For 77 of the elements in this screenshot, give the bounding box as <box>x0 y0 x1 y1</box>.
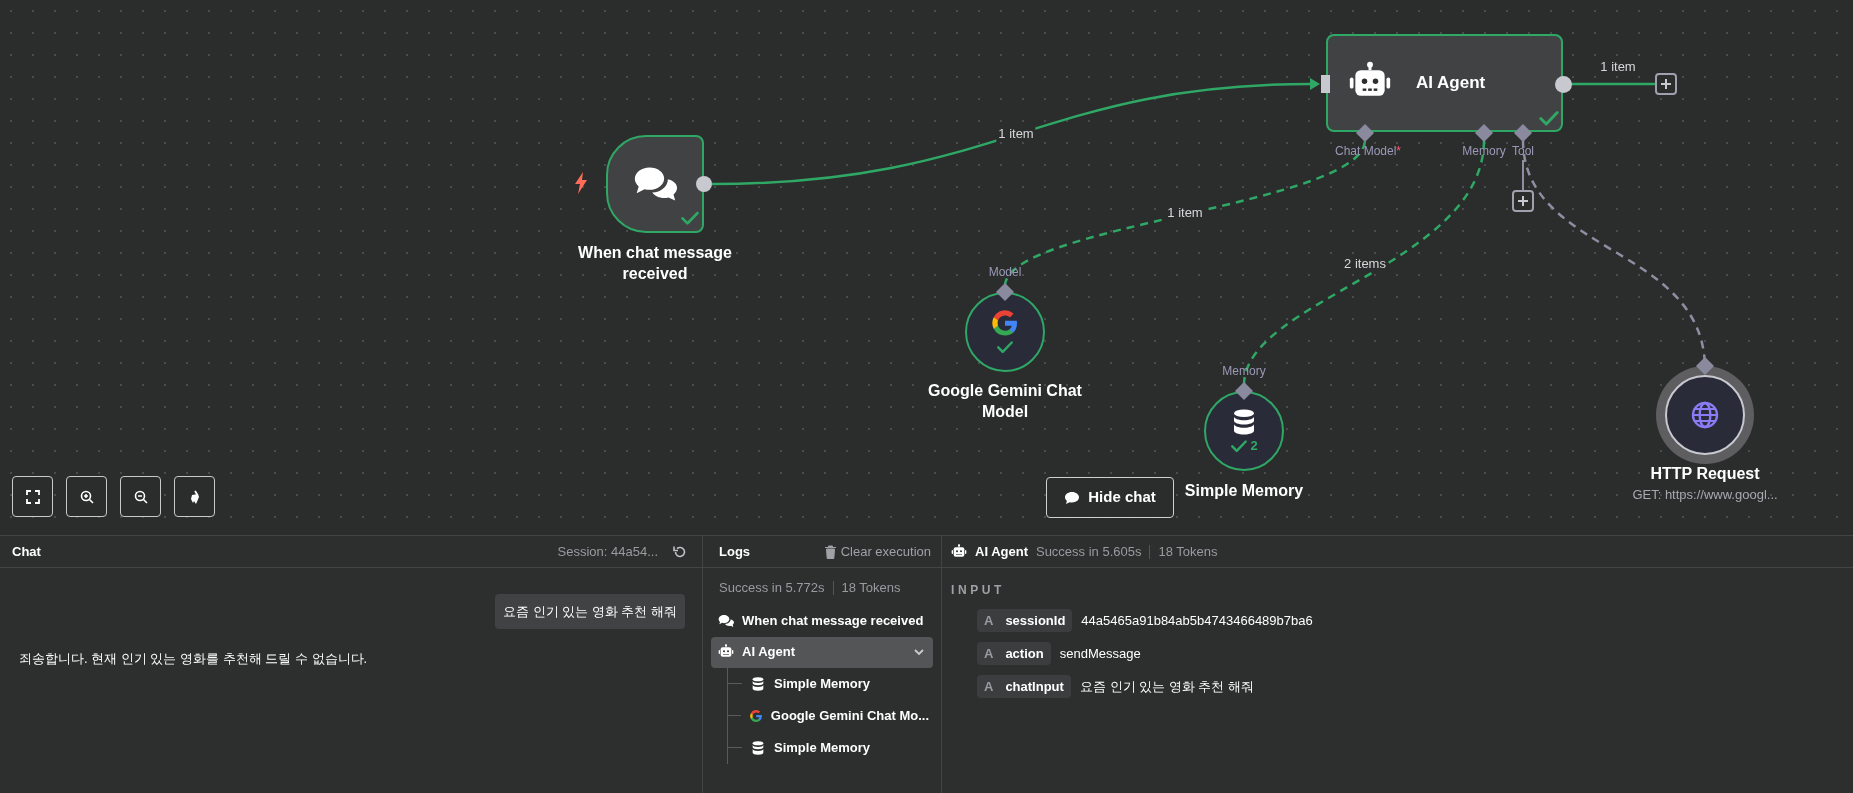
handle-label: Memory <box>1462 143 1506 159</box>
zoom-out-icon <box>132 488 149 505</box>
check-icon <box>996 338 1014 356</box>
handle-label: Model <box>988 264 1022 280</box>
trash-icon <box>823 544 837 559</box>
run-duration: Success in 5.605s <box>1035 542 1142 561</box>
token-count: 18 Tokens <box>1158 542 1218 561</box>
fit-view-button[interactable] <box>12 476 53 517</box>
node-label: HTTP Request <box>1650 464 1760 484</box>
fullscreen-icon <box>24 488 41 505</box>
connection-label: 2 items <box>1342 256 1388 272</box>
clear-execution-button[interactable]: Clear execution <box>823 541 931 562</box>
node-name: AI Agent <box>975 542 1028 561</box>
add-node-button[interactable] <box>1655 73 1677 95</box>
check-icon <box>1230 437 1249 455</box>
input-handle[interactable] <box>1235 382 1253 400</box>
field-key-pill: A sessionId <box>977 609 1073 632</box>
output-handle[interactable] <box>1555 76 1572 93</box>
plus-icon <box>1660 78 1672 90</box>
panel-title: Chat <box>12 542 41 561</box>
log-tree-item[interactable]: Simple Memory <box>728 667 933 700</box>
clear-button[interactable] <box>174 476 215 517</box>
trigger-node[interactable] <box>606 135 704 233</box>
zoom-in-icon <box>78 488 95 505</box>
input-handle[interactable] <box>1514 124 1532 142</box>
agent-node[interactable]: AI Agent <box>1326 34 1563 132</box>
plus-icon <box>1517 195 1529 207</box>
node-label: Simple Memory <box>1184 481 1304 501</box>
input-handle[interactable] <box>1356 124 1374 142</box>
lightning-icon <box>573 172 589 194</box>
connection-label: 1 item <box>1165 205 1205 221</box>
input-handle[interactable] <box>996 283 1014 301</box>
node-subtitle: GET: https://www.googl... <box>1632 486 1778 504</box>
globe-icon <box>1689 399 1721 431</box>
zoom-out-button[interactable] <box>120 476 161 517</box>
multicolor-g-icon <box>990 308 1020 338</box>
token-count: 18 Tokens <box>841 579 901 597</box>
node-label: When chat message received <box>577 243 733 284</box>
chat-bubbles-icon <box>718 613 734 629</box>
input-handle[interactable] <box>1475 124 1493 142</box>
field-value: sendMessage <box>1059 644 1141 663</box>
robot-icon <box>951 543 967 560</box>
add-node-button[interactable] <box>1512 190 1534 212</box>
database-icon <box>750 739 766 756</box>
run-count: 2 <box>1250 437 1258 456</box>
multicolor-g-icon <box>748 707 763 724</box>
type-label: A <box>984 677 994 696</box>
output-handle[interactable] <box>696 176 712 192</box>
hide-chat-button[interactable]: Hide chat <box>1046 477 1174 518</box>
field-key-pill: A action <box>977 642 1051 665</box>
handle-label: Memory <box>1222 363 1266 379</box>
bot-message: 죄송합니다. 현재 인기 있는 영화를 추천해 드릴 수 없습니다. <box>19 650 368 668</box>
log-tree-item[interactable]: When chat message received <box>711 605 933 637</box>
user-message: 요즘 인기 있는 영화 추천 해줘 <box>494 594 685 629</box>
database-icon <box>750 675 766 692</box>
node-title: AI Agent <box>1416 72 1486 95</box>
speech-bubble-icon <box>1064 489 1081 506</box>
panel-title: Logs <box>719 542 751 561</box>
connection-label: 1 item <box>996 126 1036 142</box>
handle-label: Chat Model* <box>1335 143 1401 159</box>
handle-label: Tool <box>1512 143 1534 159</box>
memory-node[interactable]: 2 <box>1204 391 1284 471</box>
section-heading: INPUT <box>950 582 1006 599</box>
run-duration: Success in 5.772s <box>719 579 825 597</box>
field-value: 요즘 인기 있는 영화 추천 해줘 <box>1079 677 1254 696</box>
robot-icon <box>718 644 734 660</box>
log-tree-item[interactable]: Simple Memory <box>728 731 933 764</box>
input-handle[interactable] <box>1321 75 1330 93</box>
field-value: 44a5465a91b84ab5b4743466489b7ba6 <box>1081 611 1313 630</box>
log-tree-item[interactable]: AI Agent <box>711 636 933 668</box>
field-key-pill: A chatInput <box>977 675 1071 698</box>
zoom-in-button[interactable] <box>66 476 107 517</box>
type-label: A <box>984 611 994 630</box>
type-label: A <box>984 644 994 663</box>
node-label: Google Gemini Chat Model <box>927 381 1083 422</box>
session-id: Session: 44a54... <box>557 542 658 561</box>
log-tree-item[interactable]: Google Gemini Chat Mo... <box>728 699 933 732</box>
